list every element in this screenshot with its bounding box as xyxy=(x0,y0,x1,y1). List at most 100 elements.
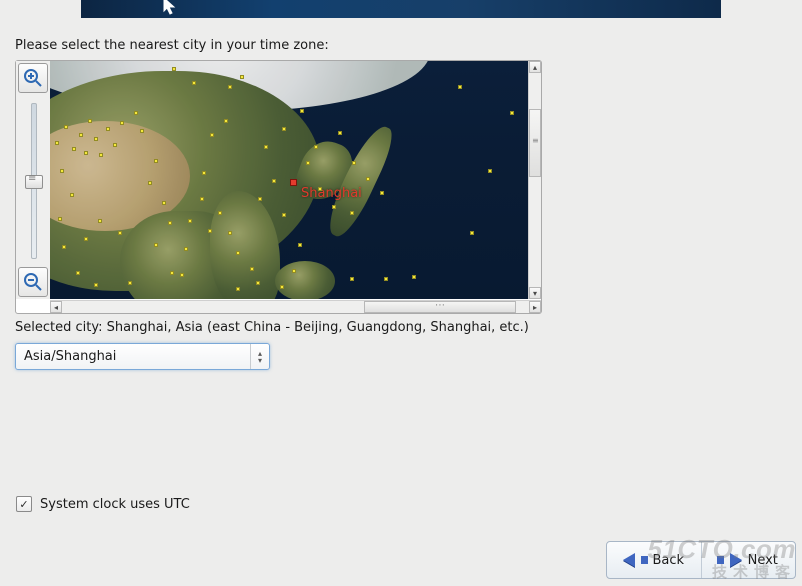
city-dot[interactable] xyxy=(298,243,302,247)
city-dot[interactable] xyxy=(200,197,204,201)
city-dot[interactable] xyxy=(280,285,284,289)
city-dot[interactable] xyxy=(272,179,276,183)
city-dot[interactable] xyxy=(192,81,196,85)
zoom-controls xyxy=(16,61,51,299)
header-banner xyxy=(81,0,721,18)
arrow-left-icon xyxy=(623,553,635,567)
scroll-up-button[interactable]: ▴ xyxy=(529,61,541,73)
city-dot[interactable] xyxy=(264,145,268,149)
city-dot[interactable] xyxy=(314,145,318,149)
zoom-slider-thumb[interactable] xyxy=(25,175,43,189)
city-dot[interactable] xyxy=(236,251,240,255)
timezone-combobox[interactable]: Asia/Shanghai ▴▾ xyxy=(15,343,270,370)
city-dot[interactable] xyxy=(94,137,98,141)
city-dot[interactable] xyxy=(282,213,286,217)
city-dot[interactable] xyxy=(128,281,132,285)
city-dot[interactable] xyxy=(180,273,184,277)
city-dot[interactable] xyxy=(470,231,474,235)
city-dot[interactable] xyxy=(70,193,74,197)
city-dot[interactable] xyxy=(148,181,152,185)
city-dot[interactable] xyxy=(170,271,174,275)
city-dot[interactable] xyxy=(188,219,192,223)
city-dot[interactable] xyxy=(79,133,83,137)
city-dot[interactable] xyxy=(210,133,214,137)
city-dot[interactable] xyxy=(256,281,260,285)
city-dot[interactable] xyxy=(258,197,262,201)
nav-footer: Back Next xyxy=(606,541,796,579)
city-dot[interactable] xyxy=(224,119,228,123)
back-button[interactable]: Back xyxy=(607,542,701,578)
city-dot[interactable] xyxy=(236,287,240,291)
zoom-out-button[interactable] xyxy=(18,267,48,297)
city-dot[interactable] xyxy=(98,219,102,223)
scroll-left-button[interactable]: ◂ xyxy=(50,301,62,313)
map-canvas[interactable]: Shanghai xyxy=(50,61,531,299)
next-button[interactable]: Next xyxy=(701,542,796,578)
vertical-scroll-thumb[interactable] xyxy=(529,109,541,177)
city-dot[interactable] xyxy=(64,125,68,129)
city-dot[interactable] xyxy=(300,109,304,113)
city-dot[interactable] xyxy=(218,211,222,215)
city-dot[interactable] xyxy=(84,237,88,241)
city-dot[interactable] xyxy=(162,201,166,205)
utc-checkbox-label: System clock uses UTC xyxy=(40,497,190,512)
city-dot[interactable] xyxy=(134,111,138,115)
city-dot[interactable] xyxy=(99,153,103,157)
horizontal-scroll-thumb[interactable] xyxy=(364,301,516,313)
city-dot[interactable] xyxy=(62,245,66,249)
city-dot[interactable] xyxy=(72,147,76,151)
city-dot[interactable] xyxy=(380,191,384,195)
zoom-out-icon xyxy=(23,272,43,292)
city-dot[interactable] xyxy=(250,267,254,271)
city-dot[interactable] xyxy=(366,177,370,181)
city-dot[interactable] xyxy=(202,171,206,175)
city-dot[interactable] xyxy=(184,247,188,251)
city-dot[interactable] xyxy=(140,129,144,133)
horizontal-scroll-track[interactable] xyxy=(62,301,529,313)
city-dot[interactable] xyxy=(118,231,122,235)
city-dot[interactable] xyxy=(168,221,172,225)
city-dot[interactable] xyxy=(240,75,244,79)
utc-checkbox[interactable]: ✓ xyxy=(16,496,32,512)
city-dot[interactable] xyxy=(282,127,286,131)
scroll-right-button[interactable]: ▸ xyxy=(529,301,541,313)
city-dot[interactable] xyxy=(412,275,416,279)
city-dot[interactable] xyxy=(510,111,514,115)
city-dot[interactable] xyxy=(58,217,62,221)
city-dot[interactable] xyxy=(350,277,354,281)
city-dot[interactable] xyxy=(84,151,88,155)
city-dot[interactable] xyxy=(154,243,158,247)
city-dot[interactable] xyxy=(88,119,92,123)
city-dot[interactable] xyxy=(120,121,124,125)
city-dot[interactable] xyxy=(154,159,158,163)
scroll-down-button[interactable]: ▾ xyxy=(529,287,541,299)
utc-row: ✓ System clock uses UTC xyxy=(16,496,190,512)
city-dot[interactable] xyxy=(113,143,117,147)
map-horizontal-scrollbar[interactable]: ◂ ▸ xyxy=(50,300,541,313)
city-dot[interactable] xyxy=(55,141,59,145)
city-dot[interactable] xyxy=(352,161,356,165)
city-dot[interactable] xyxy=(350,211,354,215)
city-dot[interactable] xyxy=(458,85,462,89)
city-dot[interactable] xyxy=(94,283,98,287)
city-dot[interactable] xyxy=(306,161,310,165)
land-philippines xyxy=(275,261,335,299)
city-dot[interactable] xyxy=(172,67,176,71)
zoom-in-button[interactable] xyxy=(18,63,48,93)
zoom-in-icon xyxy=(23,68,43,88)
city-dot[interactable] xyxy=(332,205,336,209)
city-dot[interactable] xyxy=(338,131,342,135)
city-dot[interactable] xyxy=(488,169,492,173)
city-dot[interactable] xyxy=(292,269,296,273)
city-dot[interactable] xyxy=(106,127,110,131)
city-dot[interactable] xyxy=(384,277,388,281)
city-dot[interactable] xyxy=(76,271,80,275)
city-dot[interactable] xyxy=(208,229,212,233)
city-dot[interactable] xyxy=(228,85,232,89)
selected-city-dot[interactable] xyxy=(290,179,297,186)
timezone-map[interactable]: Shanghai ▴ ▾ ◂ ▸ xyxy=(15,60,542,314)
city-dot[interactable] xyxy=(318,187,322,191)
map-vertical-scrollbar[interactable]: ▴ ▾ xyxy=(528,61,541,299)
city-dot[interactable] xyxy=(60,169,64,173)
city-dot[interactable] xyxy=(228,231,232,235)
